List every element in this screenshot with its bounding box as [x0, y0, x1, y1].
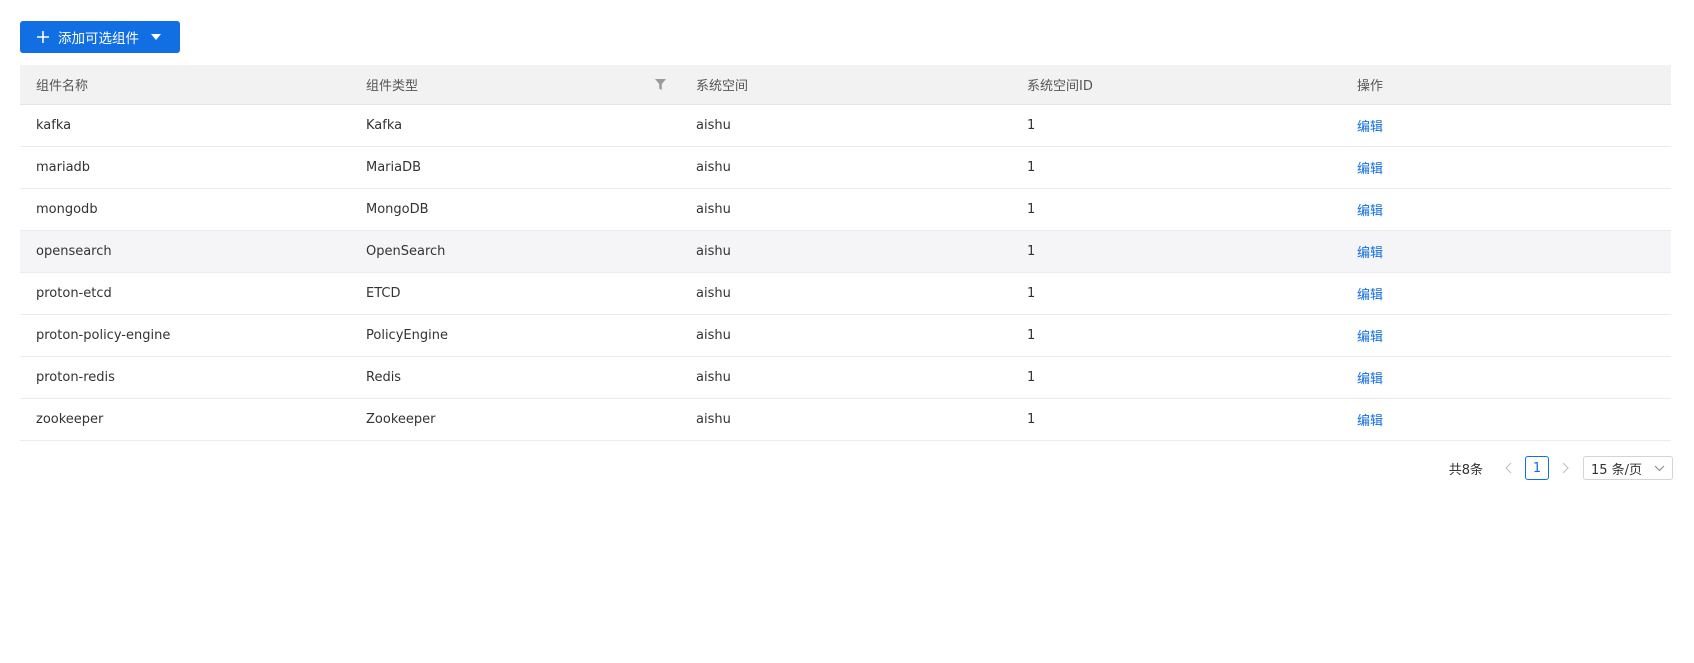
add-optional-component-button[interactable]: 添加可选组件	[20, 21, 180, 53]
table-row: mongodb MongoDB aishu 1 编辑	[20, 189, 1671, 231]
cell-type: Redis	[366, 370, 402, 385]
cell-space-id: 1	[1027, 244, 1036, 259]
cell-name: mongodb	[36, 202, 98, 217]
column-header-space-id: 系统空间ID	[1011, 65, 1341, 104]
table-row: mariadb MariaDB aishu 1 编辑	[20, 147, 1671, 189]
column-header-action: 操作	[1341, 65, 1671, 104]
cell-name: proton-policy-engine	[36, 328, 171, 343]
table-row: zookeeper Zookeeper aishu 1 编辑	[20, 399, 1671, 441]
edit-link[interactable]: 编辑	[1357, 200, 1383, 219]
cell-space: aishu	[696, 118, 731, 133]
cell-name: proton-redis	[36, 370, 115, 385]
edit-link[interactable]: 编辑	[1357, 284, 1383, 303]
header-label: 操作	[1357, 79, 1384, 94]
cell-action: 编辑	[1341, 189, 1671, 230]
cell-action: 编辑	[1341, 147, 1671, 188]
edit-link[interactable]: 编辑	[1357, 242, 1383, 261]
cell-action: 编辑	[1341, 273, 1671, 314]
cell-space: aishu	[696, 160, 731, 175]
plus-icon	[37, 31, 49, 43]
cell-space-id: 1	[1027, 160, 1036, 175]
table-row: kafka Kafka aishu 1 编辑	[20, 105, 1671, 147]
header-label: 组件名称	[36, 79, 89, 94]
cell-type: MariaDB	[366, 160, 422, 175]
total-count: 共8条	[1448, 462, 1483, 478]
cell-type: OpenSearch	[366, 244, 446, 259]
cell-space: aishu	[696, 328, 731, 343]
cell-name: proton-etcd	[36, 286, 112, 301]
page-size-value: 15 条/页	[1591, 462, 1643, 478]
cell-name: zookeeper	[36, 412, 104, 427]
prev-page-button[interactable]	[1499, 456, 1519, 480]
page-number-current[interactable]: 1	[1525, 456, 1549, 480]
edit-link[interactable]: 编辑	[1357, 368, 1383, 387]
edit-link[interactable]: 编辑	[1357, 158, 1383, 177]
cell-space: aishu	[696, 412, 731, 427]
cell-space-id: 1	[1027, 286, 1036, 301]
cell-action: 编辑	[1341, 105, 1671, 146]
filter-icon[interactable]	[655, 79, 666, 90]
cell-action: 编辑	[1341, 357, 1671, 398]
header-label: 系统空间ID	[1027, 79, 1093, 94]
cell-action: 编辑	[1341, 231, 1671, 272]
column-header-name: 组件名称	[20, 65, 350, 104]
cell-type: PolicyEngine	[366, 328, 448, 343]
header-label: 组件类型	[366, 79, 419, 94]
next-page-button[interactable]	[1555, 456, 1575, 480]
cell-space-id: 1	[1027, 412, 1036, 427]
table-row: proton-etcd ETCD aishu 1 编辑	[20, 273, 1671, 315]
chevron-left-icon	[1505, 462, 1512, 474]
cell-name: mariadb	[36, 160, 91, 175]
table-row: proton-policy-engine PolicyEngine aishu …	[20, 315, 1671, 357]
components-table: 组件名称 组件类型 系统空间 系统空间ID 操作 kafka Kafka ais…	[20, 65, 1671, 441]
page-size-select[interactable]: 15 条/页	[1583, 456, 1673, 480]
cell-space-id: 1	[1027, 370, 1036, 385]
cell-type: ETCD	[366, 286, 401, 301]
cell-name: opensearch	[36, 244, 112, 259]
cell-type: MongoDB	[366, 202, 429, 217]
table-row: proton-redis Redis aishu 1 编辑	[20, 357, 1671, 399]
column-header-space: 系统空间	[680, 65, 1011, 104]
column-header-type: 组件类型	[350, 65, 680, 104]
cell-space: aishu	[696, 244, 731, 259]
cell-space-id: 1	[1027, 118, 1036, 133]
cell-type: Zookeeper	[366, 412, 436, 427]
pagination: 共8条 1 15 条/页	[1449, 456, 1673, 480]
table-header: 组件名称 组件类型 系统空间 系统空间ID 操作	[20, 65, 1671, 105]
edit-link[interactable]: 编辑	[1357, 410, 1383, 429]
cell-space: aishu	[696, 286, 731, 301]
table-row-hovered: opensearch OpenSearch aishu 1 编辑	[20, 231, 1671, 273]
cell-space: aishu	[696, 370, 731, 385]
chevron-right-icon	[1562, 462, 1569, 474]
cell-type: Kafka	[366, 118, 403, 133]
cell-action: 编辑	[1341, 315, 1671, 356]
caret-down-icon	[151, 34, 161, 40]
cell-name: kafka	[36, 118, 72, 133]
header-label: 系统空间	[696, 79, 749, 94]
add-button-label: 添加可选组件	[58, 31, 139, 46]
edit-link[interactable]: 编辑	[1357, 116, 1383, 135]
cell-space-id: 1	[1027, 202, 1036, 217]
page: 添加可选组件 组件名称 组件类型 系统空间 系统空间ID 操作 kafka Ka…	[0, 0, 1694, 663]
edit-link[interactable]: 编辑	[1357, 326, 1383, 345]
chevron-down-icon	[1654, 465, 1665, 471]
cell-space-id: 1	[1027, 328, 1036, 343]
cell-action: 编辑	[1341, 399, 1671, 440]
cell-space: aishu	[696, 202, 731, 217]
